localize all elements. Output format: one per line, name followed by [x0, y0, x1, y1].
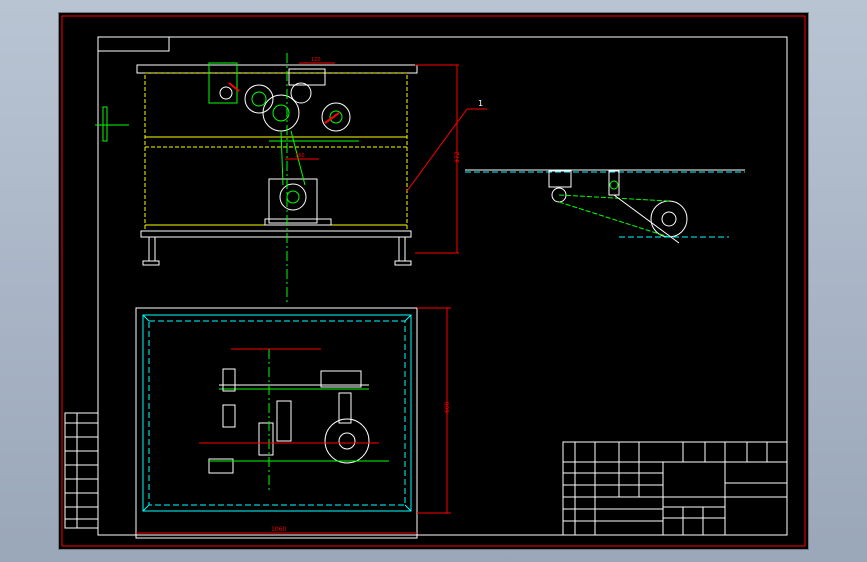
- plan-dim-h-text: 1060: [271, 526, 286, 533]
- bracket-left: [208, 62, 238, 104]
- gear-3: [290, 82, 312, 104]
- plan-block-6: [258, 422, 274, 456]
- base-beam: [140, 230, 412, 238]
- dim-mid-text: 260: [295, 153, 305, 159]
- plan-motor-circle: [324, 418, 370, 464]
- foot-right: [394, 260, 412, 266]
- plan-block-1: [222, 368, 236, 392]
- side-view: 120 260 372 1: [95, 53, 487, 303]
- corner-bl: [142, 504, 150, 512]
- idler-pulley: [219, 86, 233, 100]
- motor-hub: [286, 190, 300, 204]
- detail-view: [465, 169, 745, 244]
- corner-tab: [98, 37, 170, 52]
- bearing-housing: [288, 68, 326, 86]
- plan-block-5: [276, 400, 292, 442]
- belt-a: [280, 130, 284, 186]
- detail-bracket-1: [548, 170, 572, 188]
- plan-block-4: [338, 392, 352, 424]
- plan-motor-hub: [338, 432, 356, 450]
- cad-drawing: 120 260 372 1 600 1060: [61, 15, 806, 547]
- detail-gear-large: [650, 200, 688, 238]
- motor-base: [264, 218, 332, 226]
- corner-tr: [404, 314, 412, 322]
- inner-frame: [97, 36, 788, 536]
- outer-border: [61, 15, 806, 547]
- motor-pulley: [279, 183, 307, 211]
- revision-box: [64, 412, 99, 529]
- leader-label: 1: [478, 99, 483, 108]
- plan-dim-v-text: 600: [444, 401, 451, 413]
- revision-column: [64, 412, 99, 529]
- detail-gear-hub: [661, 211, 677, 227]
- cad-viewport[interactable]: 120 260 372 1 600 1060: [59, 13, 808, 549]
- hand-wheel: [102, 106, 108, 142]
- detail-belt-bottom: [558, 201, 670, 238]
- dim-top-text: 120: [311, 57, 321, 63]
- detail-pin: [609, 180, 619, 190]
- gear-1: [244, 84, 274, 114]
- title-block: [562, 441, 788, 536]
- foot-left: [142, 260, 160, 266]
- detail-belt-top: [558, 194, 670, 202]
- table-top: [136, 64, 418, 74]
- plan-block-2: [222, 404, 236, 428]
- plan-view: 600 1060: [135, 307, 451, 539]
- corner-br: [404, 504, 412, 512]
- gear-1-hub: [251, 91, 267, 107]
- frame-outline: [144, 72, 408, 232]
- detail-arm: [613, 194, 680, 244]
- leader-line: [406, 108, 468, 192]
- motor-body: [268, 178, 318, 224]
- gear-4: [321, 102, 351, 132]
- corner-tl: [142, 314, 150, 322]
- dim-h-text: 372: [454, 151, 461, 163]
